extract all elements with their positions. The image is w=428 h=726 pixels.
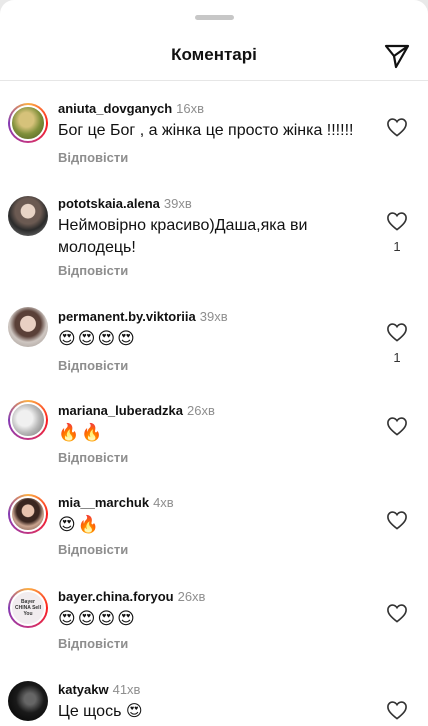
comment-text-content: Це щось 😍 [58, 703, 143, 720]
paper-plane-icon [384, 44, 410, 69]
comment-item: katyakw 41хв Це щось 😍 [0, 671, 428, 726]
like-button[interactable] [386, 322, 408, 342]
like-button[interactable] [386, 211, 408, 231]
heart-icon [387, 118, 407, 137]
avatar[interactable] [8, 400, 48, 440]
heart-icon [387, 323, 407, 342]
heart-icon [387, 417, 407, 436]
reply-button[interactable]: Відповісти [58, 150, 128, 165]
comments-header: Коментарі [0, 32, 428, 81]
avatar[interactable] [8, 103, 48, 143]
comment-username[interactable]: permanent.by.viktoriia [58, 309, 196, 324]
heart-icon [387, 511, 407, 530]
comment-time: 39хв [199, 309, 228, 324]
comment-time: 26хв [177, 589, 206, 604]
reply-button[interactable]: Відповісти [58, 636, 128, 651]
avatar[interactable] [8, 494, 48, 534]
avatar[interactable] [8, 307, 48, 347]
like-button[interactable] [386, 700, 408, 720]
avatar-logo-text: Bayer CHINA Sell You [15, 599, 41, 617]
comment-time: 16хв [176, 101, 205, 116]
comment-username[interactable]: bayer.china.foryou [58, 589, 174, 604]
comment-username[interactable]: katyakw [58, 682, 109, 697]
heart-icon [387, 701, 407, 720]
comment-time: 4хв [153, 495, 174, 510]
reply-button[interactable]: Відповісти [58, 263, 128, 278]
like-button[interactable] [386, 510, 408, 530]
comment-item: aniuta_dovganych 16хв Бог це Бог , а жінк… [0, 81, 428, 176]
comment-text: 😍🔥 [58, 515, 101, 535]
page-title: Коментарі [171, 45, 257, 64]
comments-sheet: Коментарі aniuta_dovganych 16хв Бог це Бо… [0, 0, 428, 726]
like-button[interactable] [386, 117, 408, 137]
comment-item: mariana_luberadzka 26хв 🔥🔥 Відповісти [0, 386, 428, 481]
avatar[interactable] [8, 681, 48, 721]
comment-time: 39хв [163, 196, 192, 211]
reply-button[interactable]: Відповісти [58, 450, 128, 465]
like-count[interactable]: 1 [391, 350, 403, 365]
comment-username[interactable]: mia__marchuk [58, 495, 149, 510]
like-button[interactable] [386, 416, 408, 436]
comment-item: pototskaia.alena 39хв Неймовірно красиво)… [0, 176, 428, 291]
comment-time: 26хв [187, 403, 215, 418]
heart-icon [387, 604, 407, 623]
comment-text: 🔥🔥 [58, 423, 105, 443]
comment-item: permanent.by.viktoriia 39хв 😍😍😍😍 Відповіс… [0, 291, 428, 386]
heart-icon [387, 212, 407, 231]
comment-text: Неймовірно красиво)Даша,яка ви молодець! [58, 217, 308, 256]
comment-username[interactable]: mariana_luberadzka [58, 403, 183, 418]
comment-text: 😍😍😍😍 [58, 609, 137, 629]
like-count[interactable]: 1 [391, 239, 403, 254]
reply-button[interactable]: Відповісти [58, 358, 128, 373]
comment-item: Bayer CHINA Sell You bayer.china.foryou 2… [0, 576, 428, 671]
comment-text: Бог це Бог , а жінка це просто жінка !!!… [58, 122, 354, 139]
sheet-grabber[interactable] [195, 15, 234, 20]
reply-button[interactable]: Відповісти [58, 542, 128, 557]
comment-username[interactable]: pototskaia.alena [58, 196, 160, 211]
avatar[interactable] [8, 196, 48, 236]
comment-text: Це щось 😍 [58, 701, 358, 723]
avatar[interactable]: Bayer CHINA Sell You [8, 588, 48, 628]
comment-time: 41хв [112, 682, 141, 697]
like-button[interactable] [386, 603, 408, 623]
comment-item: mia__marchuk 4хв 😍🔥 Відповісти [0, 481, 428, 576]
comment-text: 😍😍😍😍 [58, 329, 137, 349]
share-button[interactable] [383, 42, 411, 70]
comment-username[interactable]: aniuta_dovganych [58, 101, 172, 116]
